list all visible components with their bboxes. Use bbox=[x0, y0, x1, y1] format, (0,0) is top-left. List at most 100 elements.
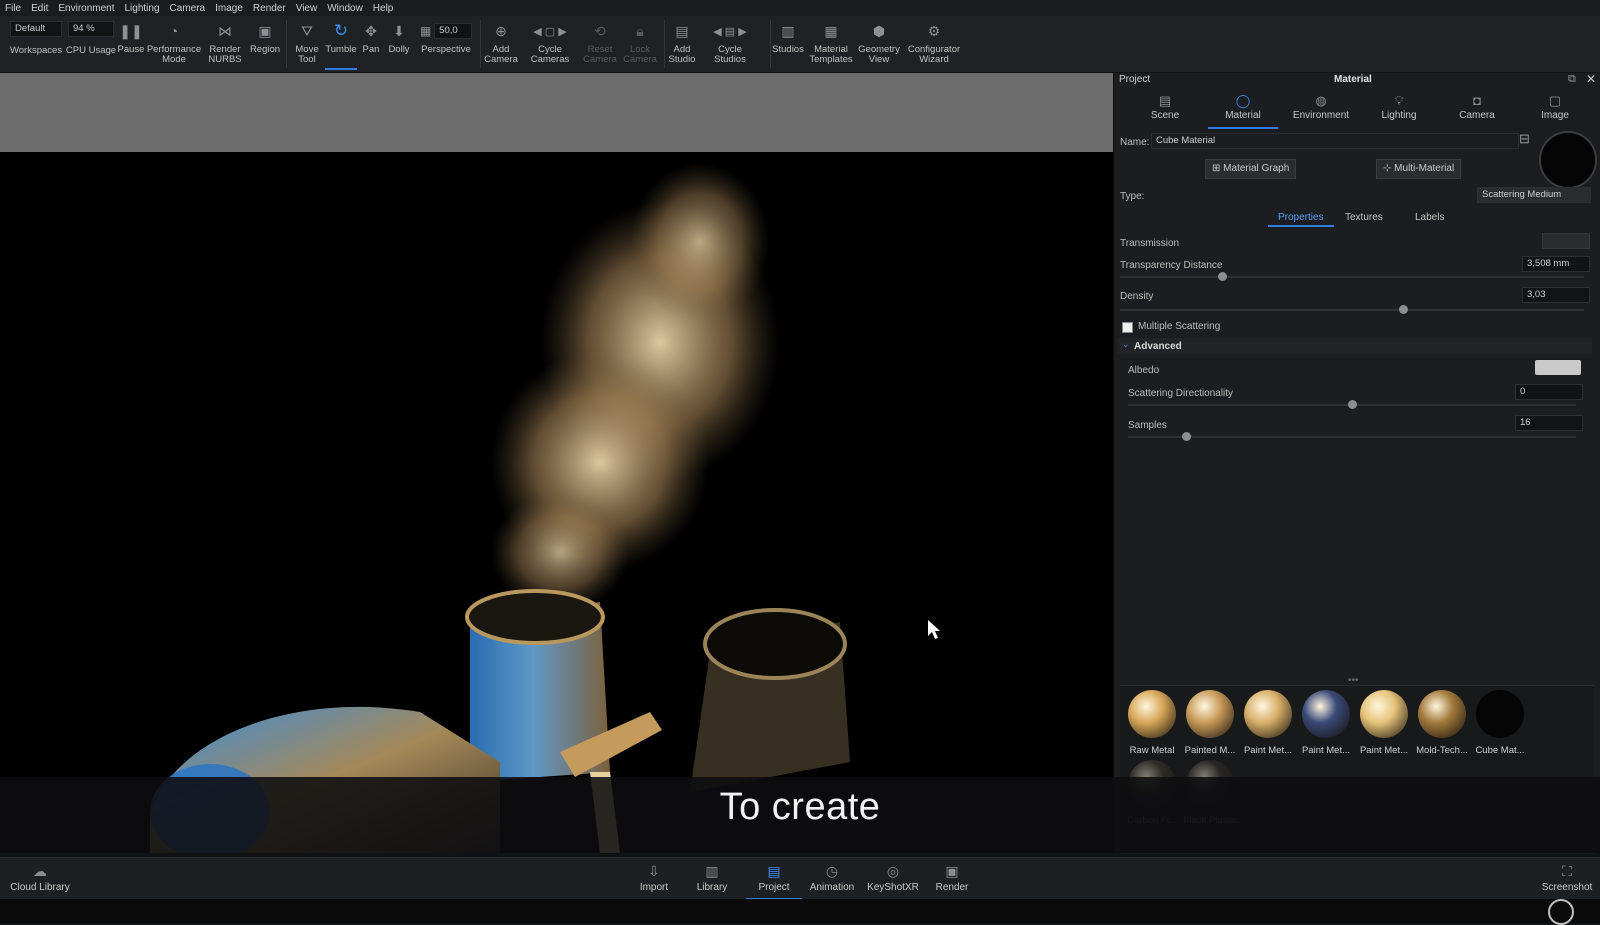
close-icon[interactable]: ✕ bbox=[1586, 72, 1596, 86]
tumble-icon: ↻ bbox=[333, 21, 349, 40]
add-studio-button[interactable]: ▤ Add Studio bbox=[664, 16, 700, 72]
save-material-icon[interactable]: ⊟ bbox=[1519, 131, 1530, 147]
material-graph-button[interactable]: ⊞ Material Graph bbox=[1205, 159, 1297, 179]
material-templates-button[interactable]: ▦ Material Templates bbox=[807, 16, 855, 72]
transparency-distance-knob[interactable] bbox=[1218, 272, 1228, 281]
scattering-directionality-knob[interactable] bbox=[1348, 400, 1357, 409]
pause-button[interactable]: ❚❚ Pause bbox=[117, 16, 145, 72]
focal-length-field[interactable]: 50,0 bbox=[434, 23, 473, 39]
render-viewport[interactable] bbox=[0, 73, 1113, 853]
studios-button[interactable]: ▥ Studios bbox=[771, 16, 805, 72]
lighting-icon: 💡︎ bbox=[1394, 93, 1404, 108]
samples-knob[interactable] bbox=[1182, 432, 1192, 441]
geometry-view-label: Geometry View bbox=[858, 44, 900, 65]
cpu-usage-button[interactable]: 94 % CPU Usage bbox=[66, 16, 116, 72]
material-thumbnail[interactable]: Mold-Tech... bbox=[1414, 690, 1470, 756]
subtab-textures[interactable]: Textures bbox=[1345, 212, 1383, 223]
add-camera-button[interactable]: ⊕ Add Camera bbox=[482, 16, 520, 72]
multiple-scattering-checkbox[interactable] bbox=[1122, 322, 1133, 333]
workspace-select[interactable]: Default bbox=[10, 21, 62, 37]
lock-camera-icon: 🔒︎ bbox=[636, 22, 644, 39]
multi-material-button[interactable]: ⊹ Multi-Material bbox=[1376, 159, 1462, 179]
render-nurbs-button[interactable]: ⋈ Render NURBS bbox=[203, 16, 247, 72]
cloud-library-button[interactable]: ☁ Cloud Library bbox=[10, 858, 70, 900]
transmission-label: Transmission bbox=[1120, 238, 1180, 249]
multiple-scattering-label: Multiple Scattering bbox=[1138, 321, 1221, 332]
multi-material-icon: ⊹ bbox=[1383, 163, 1395, 174]
popout-icon[interactable]: ⧉ bbox=[1568, 73, 1576, 86]
menu-environment[interactable]: Environment bbox=[53, 3, 119, 14]
geometry-view-button[interactable]: ⬢ Geometry View bbox=[856, 16, 902, 72]
material-thumbnail-label: Painted M... bbox=[1184, 745, 1236, 756]
cycle-studios-button[interactable]: ◀ ▤ ▶ Cycle Studios bbox=[706, 16, 754, 72]
menu-window[interactable]: Window bbox=[322, 3, 368, 14]
menu-file[interactable]: File bbox=[0, 3, 26, 14]
material-thumbnail[interactable]: Paint Met... bbox=[1298, 690, 1354, 756]
subtab-properties[interactable]: Properties bbox=[1268, 212, 1334, 227]
samples-slider[interactable] bbox=[1128, 432, 1576, 441]
material-thumbnail[interactable]: Raw Metal bbox=[1124, 690, 1180, 756]
lock-camera-button[interactable]: 🔒︎ Lock Camera bbox=[620, 16, 660, 72]
move-tool-button[interactable]: ⛛ Move Tool bbox=[289, 16, 325, 72]
menu-camera[interactable]: Camera bbox=[165, 3, 211, 14]
keyshotxr-icon: ◎ bbox=[886, 863, 900, 879]
tab-material[interactable]: ◯ Material bbox=[1208, 91, 1278, 129]
transmission-color-swatch[interactable] bbox=[1542, 233, 1590, 249]
menu-image[interactable]: Image bbox=[210, 3, 248, 14]
menu-help[interactable]: Help bbox=[368, 3, 399, 14]
workspaces-button[interactable]: Default Workspaces bbox=[8, 16, 64, 72]
performance-mode-button[interactable]: ◔ Performance Mode bbox=[147, 16, 201, 72]
material-thumbnail[interactable]: Cube Mat... bbox=[1472, 690, 1528, 756]
import-button[interactable]: ⇩ Import bbox=[637, 858, 671, 900]
render-button[interactable]: ▣ Render bbox=[935, 858, 969, 900]
material-thumbnail[interactable]: Painted M... bbox=[1182, 690, 1238, 756]
type-select[interactable]: Scattering Medium bbox=[1477, 187, 1591, 203]
tab-scene[interactable]: ▤ Scene bbox=[1130, 91, 1200, 127]
advanced-section-header[interactable] bbox=[1118, 338, 1592, 354]
library-button[interactable]: ▥ Library bbox=[695, 858, 729, 900]
screenshot-button[interactable]: ⛶ Screenshot bbox=[1540, 858, 1594, 900]
dolly-button[interactable]: ⬇ Dolly bbox=[385, 16, 413, 72]
material-thumbnail-sphere bbox=[1360, 690, 1408, 738]
material-preview-swatch bbox=[1539, 131, 1597, 189]
samples-field[interactable]: 16 bbox=[1515, 415, 1583, 431]
tab-lighting[interactable]: 💡︎ Lighting bbox=[1364, 91, 1434, 127]
menu-view[interactable]: View bbox=[291, 3, 323, 14]
configurator-wizard-button[interactable]: ⚙ Configurator Wizard bbox=[906, 16, 962, 72]
perspective-label: Perspective bbox=[421, 44, 471, 55]
menu-lighting[interactable]: Lighting bbox=[120, 3, 165, 14]
project-button[interactable]: ▤ Project bbox=[746, 858, 802, 900]
import-label: Import bbox=[639, 882, 669, 893]
material-name-field[interactable]: Cube Material bbox=[1151, 133, 1519, 149]
region-label: Region bbox=[249, 44, 281, 55]
material-thumbnail[interactable]: Paint Met... bbox=[1240, 690, 1296, 756]
menu-edit[interactable]: Edit bbox=[26, 3, 53, 14]
density-field[interactable]: 3,03 bbox=[1522, 287, 1590, 303]
animation-button[interactable]: ◷ Animation bbox=[810, 858, 854, 900]
tumble-button[interactable]: ↻ Tumble bbox=[323, 16, 359, 72]
reset-camera-button[interactable]: ⟲ Reset Camera bbox=[580, 16, 620, 72]
transparency-distance-slider[interactable] bbox=[1120, 272, 1584, 281]
region-button[interactable]: ▣ Region bbox=[248, 16, 282, 72]
transparency-distance-field[interactable]: 3,508 mm bbox=[1522, 256, 1590, 272]
subtab-labels[interactable]: Labels bbox=[1415, 212, 1444, 223]
tab-camera[interactable]: ◘ Camera bbox=[1442, 91, 1512, 127]
pan-button[interactable]: ✥ Pan bbox=[359, 16, 383, 72]
scattering-directionality-slider[interactable] bbox=[1128, 400, 1576, 409]
toolbar: Default Workspaces 94 % CPU Usage ❚❚ Pau… bbox=[0, 16, 1600, 73]
cycle-cameras-button[interactable]: ◀ ▢ ▶ Cycle Cameras bbox=[526, 16, 574, 72]
keyshotxr-button[interactable]: ◎ KeyShotXR bbox=[867, 858, 919, 900]
pause-icon: ❚❚ bbox=[119, 22, 143, 39]
perspective-button[interactable]: ▦ 50,0 Perspective bbox=[417, 16, 475, 72]
material-thumbnail[interactable]: Paint Met... bbox=[1356, 690, 1412, 756]
albedo-color-swatch[interactable] bbox=[1535, 360, 1581, 375]
material-graph-label: Material Graph bbox=[1223, 163, 1290, 174]
menu-render[interactable]: Render bbox=[248, 3, 291, 14]
density-knob[interactable] bbox=[1399, 305, 1409, 314]
tab-image[interactable]: ▢ Image bbox=[1520, 91, 1590, 127]
scattering-directionality-field[interactable]: 0 bbox=[1515, 384, 1583, 400]
density-slider[interactable] bbox=[1120, 305, 1584, 314]
tab-environment[interactable]: ◍ Environment bbox=[1286, 91, 1356, 127]
render-nurbs-label: Render NURBS bbox=[208, 44, 242, 65]
panel-header-title: Material bbox=[1334, 74, 1372, 85]
